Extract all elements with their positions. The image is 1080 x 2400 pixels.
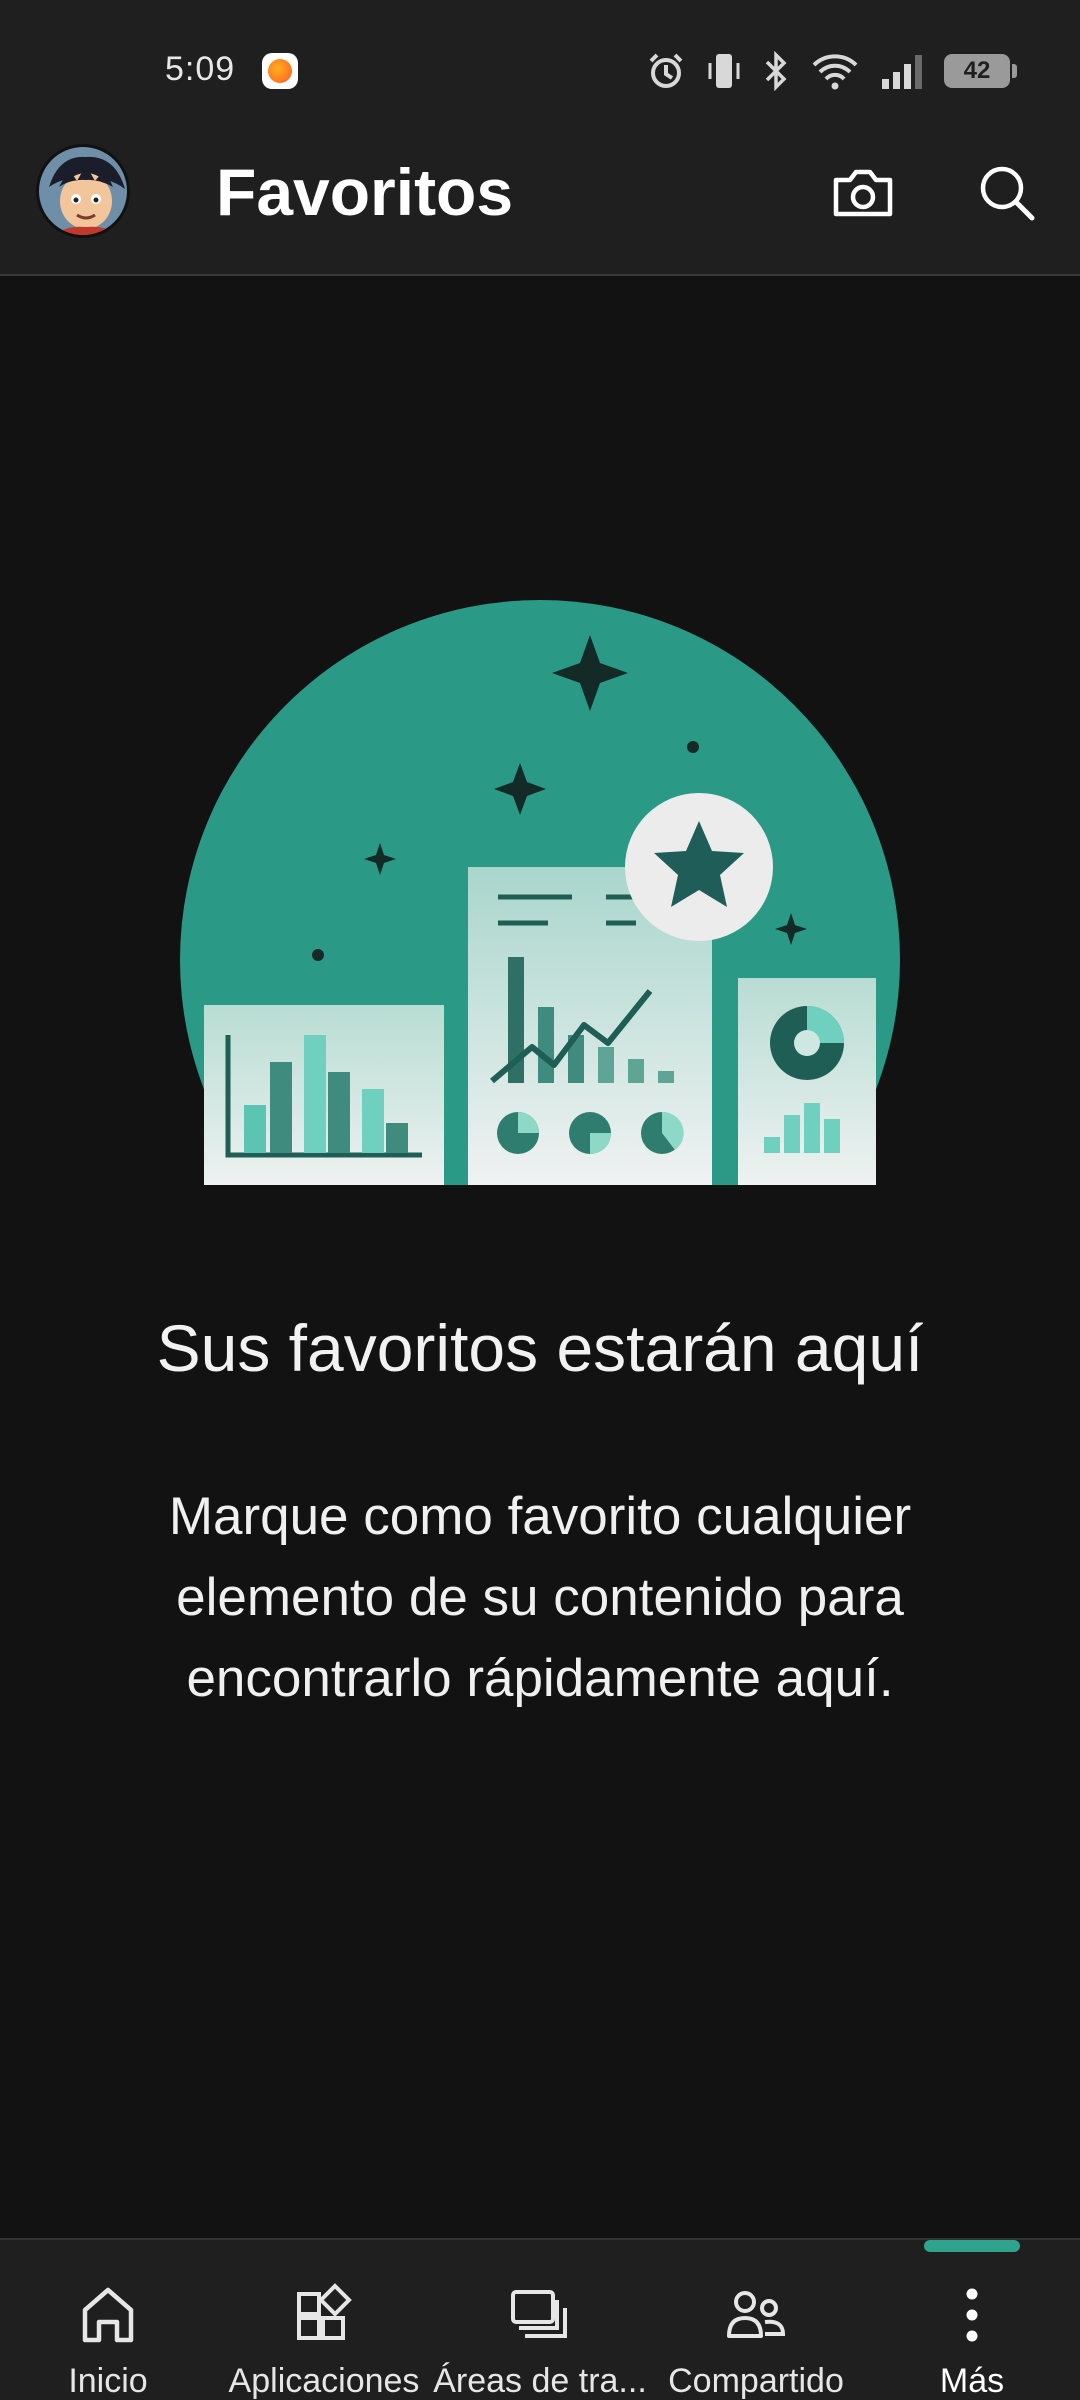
- status-bar: 5:09 42: [0, 0, 1080, 140]
- apps-icon: [297, 2283, 352, 2340]
- nav-label: Áreas de tra...: [433, 2362, 647, 2400]
- camera-icon: [833, 169, 893, 217]
- wifi-icon: [812, 54, 858, 90]
- nav-item-compartido[interactable]: Compartido: [648, 2238, 864, 2400]
- nav-label: Inicio: [68, 2362, 148, 2400]
- nav-item-inicio[interactable]: Inicio: [0, 2238, 216, 2400]
- camera-button[interactable]: [828, 158, 898, 228]
- nav-label: Aplicaciones: [228, 2362, 420, 2400]
- page-title: Favoritos: [216, 155, 514, 229]
- search-button[interactable]: [972, 158, 1042, 228]
- empty-state-title: Sus favoritos estarán aquí: [156, 1311, 924, 1385]
- home-icon: [82, 2287, 134, 2343]
- top-bar: 5:09 42 Favoritos: [0, 0, 1080, 276]
- nav-item-mas[interactable]: Más: [864, 2238, 1080, 2400]
- search-icon: [980, 166, 1035, 221]
- status-icons: 42: [646, 48, 1017, 94]
- shared-icon: [727, 2291, 786, 2338]
- workspaces-icon: [511, 2290, 567, 2338]
- nav-item-areas-de-trabajo[interactable]: Áreas de tra...: [432, 2238, 648, 2400]
- battery-level: 42: [963, 57, 991, 84]
- empty-favorites-illustration: [170, 595, 910, 1320]
- nav-label: Compartido: [668, 2362, 844, 2400]
- status-time: 5:09: [165, 50, 236, 88]
- signal-icon: [882, 55, 922, 89]
- notification-app-icon: [262, 53, 298, 89]
- alarm-icon: [649, 53, 683, 88]
- nav-label: Más: [939, 2362, 1005, 2400]
- battery-icon: 42: [944, 54, 1017, 88]
- nav-item-aplicaciones[interactable]: Aplicaciones: [216, 2238, 432, 2400]
- avatar[interactable]: [36, 144, 130, 238]
- bluetooth-icon: [765, 51, 787, 91]
- empty-state-description: Marque como favorito cualquier elemento …: [168, 1487, 912, 1708]
- app-bar: Favoritos: [0, 140, 1080, 276]
- vibrate-icon: [708, 54, 740, 88]
- more-icon: [966, 2288, 978, 2342]
